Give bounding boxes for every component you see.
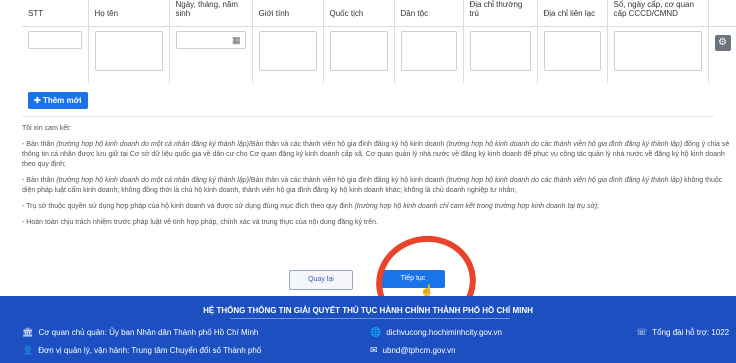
continue-button[interactable]: Tiếp tục <box>381 270 445 288</box>
footer-title: HỆ THỐNG THÔNG TIN GIẢI QUYẾT THỦ TỤC HÀ… <box>203 306 533 315</box>
commitment-section: Tôi xin cam kết: - Bản thân (trường hợp … <box>22 124 732 234</box>
col-header-birth-date-text: Ngày, tháng, năm sinh <box>175 0 239 18</box>
email-link[interactable]: ✉ ubnd@tphcm.gov.vn <box>370 345 455 356</box>
members-table-section: STT Họ tên Ngày, tháng, năm sinh Giới tí… <box>22 0 736 85</box>
col-header-actions <box>708 0 736 27</box>
col-header-id-card-text: Số, ngày cấp, cơ quan cấp CCCD/CMND <box>613 0 694 18</box>
col-header-permanent-address-text: Địa chỉ thường trú <box>469 0 523 18</box>
building-icon: 🏛 <box>22 327 34 337</box>
col-header-birth-date: Ngày, tháng, năm sinh <box>169 0 253 27</box>
contact-address-input[interactable] <box>543 31 601 71</box>
hotline: ☏ Tổng đài hỗ trợ: 1022 <box>636 327 730 337</box>
col-header-contact-address: Địa chỉ liên lạc <box>537 0 608 27</box>
website-link[interactable]: 🌐 dichvucong.hochiminhcity.gov.vn <box>370 327 502 338</box>
id-card-input[interactable] <box>613 31 702 71</box>
globe-icon: 🌐 <box>370 327 382 337</box>
col-header-id-card: Số, ngày cấp, cơ quan cấp CCCD/CMND <box>607 0 709 27</box>
mail-icon: ✉ <box>370 345 378 355</box>
col-header-permanent-address: Địa chỉ thường trú <box>463 0 538 27</box>
ethnicity-input[interactable] <box>400 31 457 71</box>
col-header-ethnicity: Dân tộc <box>394 0 464 27</box>
birth-date-input[interactable]: ▦ <box>175 31 246 49</box>
commitment-item: - Bản thân (trường hợp hộ kinh doanh do … <box>22 141 730 168</box>
operator: 👤 Đơn vị quản lý, vận hành: Trung tâm Ch… <box>22 345 262 355</box>
table-row: ▦ ⚙ <box>22 26 736 83</box>
stt-input[interactable] <box>28 31 82 49</box>
divider <box>22 116 714 117</box>
user-icon: 👤 <box>22 345 34 355</box>
gender-input[interactable] <box>258 31 317 71</box>
commitment-item: - Trụ sở thuộc quyền sử dụng hợp pháp củ… <box>22 203 599 210</box>
col-header-full-name: Họ tên <box>88 0 170 27</box>
site-footer: HỆ THỐNG THÔNG TIN GIẢI QUYẾT THỦ TỤC HÀ… <box>0 296 736 363</box>
calendar-icon[interactable]: ▦ <box>232 35 241 46</box>
phone-icon: ☏ <box>636 327 648 337</box>
footer-divider <box>230 318 510 319</box>
commitment-item: - Bản thân (trường hợp hộ kinh doanh do … <box>22 177 723 194</box>
full-name-input[interactable] <box>94 31 163 71</box>
members-table: STT Họ tên Ngày, tháng, năm sinh Giới tí… <box>22 0 736 83</box>
gear-icon[interactable]: ⚙ <box>714 35 731 51</box>
governing-agency: 🏛 Cơ quan chủ quản: Ủy ban Nhân dân Thàn… <box>22 327 259 337</box>
plus-icon: ✚ <box>34 96 41 105</box>
nationality-input[interactable] <box>329 31 388 71</box>
permanent-address-input[interactable] <box>469 31 531 71</box>
commitment-heading: Tôi xin cam kết: <box>22 125 72 132</box>
add-new-button[interactable]: ✚ Thêm mới <box>28 92 88 109</box>
commitment-item: - Hoàn toàn chịu trách nhiệm trước pháp … <box>22 219 378 226</box>
col-header-gender: Giới tính <box>252 0 324 27</box>
back-button[interactable]: Quay lại <box>289 270 353 290</box>
col-header-stt: STT <box>22 0 89 27</box>
add-new-label: Thêm mới <box>42 96 82 105</box>
col-header-nationality: Quốc tịch <box>323 0 395 27</box>
table-header-row: STT Họ tên Ngày, tháng, năm sinh Giới tí… <box>22 0 736 27</box>
